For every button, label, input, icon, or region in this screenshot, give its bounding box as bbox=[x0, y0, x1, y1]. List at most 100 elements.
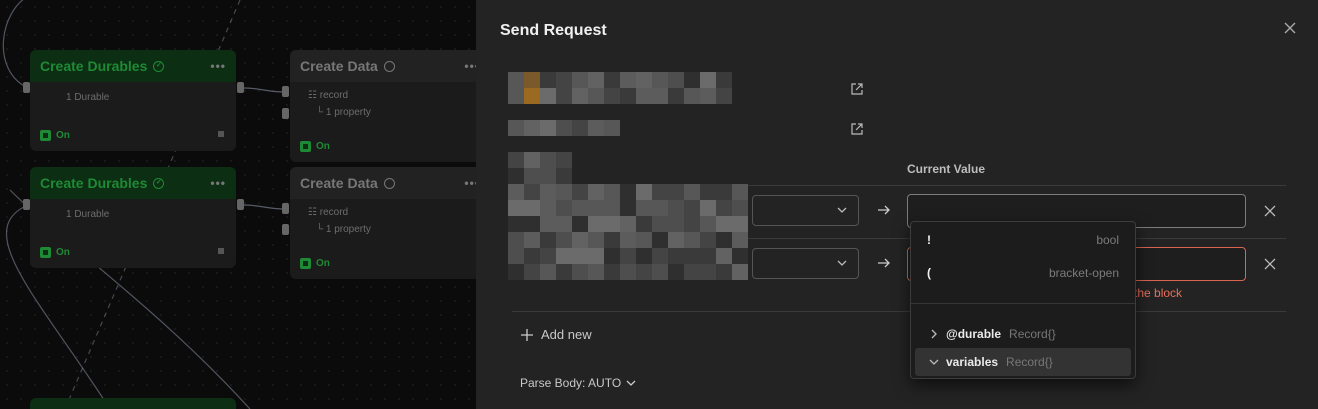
redaction-tile bbox=[572, 184, 588, 200]
token-symbol: ! bbox=[927, 233, 931, 247]
redaction-tile bbox=[556, 232, 572, 248]
node-port[interactable] bbox=[23, 199, 30, 210]
redaction-tile bbox=[508, 184, 524, 200]
node-header: Create Durables ✓ ••• bbox=[30, 167, 236, 199]
tree-item-durable[interactable]: @durable Record{} bbox=[915, 320, 1131, 348]
workflow-canvas[interactable]: Create Durables ✓ ••• 1 Durable On Creat… bbox=[0, 0, 476, 409]
tree-item-variables[interactable]: variables Record{} bbox=[915, 348, 1131, 376]
redaction-tile bbox=[540, 88, 556, 104]
node-status[interactable]: On bbox=[300, 258, 330, 269]
redaction-tile bbox=[652, 184, 668, 200]
redaction-tile bbox=[588, 232, 604, 248]
more-icon[interactable]: ••• bbox=[464, 59, 476, 73]
redaction-tile bbox=[604, 120, 620, 136]
redaction-tile bbox=[684, 232, 700, 248]
node-port[interactable] bbox=[23, 82, 30, 93]
node-status[interactable]: On bbox=[40, 247, 70, 258]
redaction-tile bbox=[556, 168, 572, 184]
node-create-data-1[interactable]: Create Data ••• ☷ record └ 1 property On bbox=[290, 50, 476, 162]
node-status[interactable]: On bbox=[40, 130, 70, 141]
redaction-tile bbox=[540, 232, 556, 248]
node-status[interactable]: On bbox=[300, 141, 330, 152]
status-label: On bbox=[316, 141, 330, 152]
redaction-tile bbox=[652, 88, 668, 104]
chevron-down-icon bbox=[837, 207, 847, 213]
redaction-tile bbox=[540, 200, 556, 216]
redaction-tile bbox=[508, 168, 524, 184]
redaction-tile bbox=[508, 88, 524, 104]
tree-item-name: variables bbox=[946, 355, 999, 369]
status-label: On bbox=[56, 247, 70, 258]
node-create-durables-1[interactable]: Create Durables ✓ ••• 1 Durable On bbox=[30, 50, 236, 151]
remove-row-icon[interactable] bbox=[1263, 257, 1277, 271]
node-title: Create Durables bbox=[40, 58, 148, 74]
redaction-tile bbox=[588, 88, 604, 104]
node-detail: 1 Durable bbox=[66, 209, 110, 220]
redaction-tile bbox=[636, 184, 652, 200]
redaction-tile bbox=[572, 248, 588, 264]
redaction-tile bbox=[684, 88, 700, 104]
autocomplete-dropdown: ! bool ( bracket-open @durable Record{} … bbox=[910, 221, 1136, 379]
redaction-tile bbox=[524, 168, 540, 184]
stop-icon[interactable] bbox=[218, 248, 224, 254]
redaction-tile bbox=[524, 232, 540, 248]
tree-item-type: Record{} bbox=[1009, 327, 1056, 341]
external-link-icon[interactable] bbox=[850, 82, 864, 96]
token-option-bracket-open[interactable]: ( bracket-open bbox=[911, 259, 1135, 287]
node-detail: ☷ record bbox=[290, 90, 476, 101]
more-icon[interactable]: ••• bbox=[464, 176, 476, 190]
node-port[interactable] bbox=[282, 108, 289, 119]
redaction-tile bbox=[620, 216, 636, 232]
key-select[interactable] bbox=[752, 248, 859, 279]
node-port[interactable] bbox=[282, 86, 289, 97]
parse-body-select[interactable]: Parse Body: AUTO bbox=[520, 376, 636, 390]
redaction-tile bbox=[668, 248, 684, 264]
more-icon[interactable]: ••• bbox=[210, 59, 226, 73]
redaction-tile bbox=[700, 248, 716, 264]
redaction-tile bbox=[620, 200, 636, 216]
token-symbol: ( bbox=[927, 266, 931, 280]
key-select[interactable] bbox=[752, 195, 859, 226]
redaction-tile bbox=[508, 264, 524, 280]
add-new-button[interactable]: Add new bbox=[520, 327, 592, 342]
tree-branch-icon: └ bbox=[316, 224, 326, 235]
redaction-tile bbox=[716, 200, 732, 216]
token-option-bool[interactable]: ! bool bbox=[911, 226, 1135, 254]
redaction-tile bbox=[508, 232, 524, 248]
node-port[interactable] bbox=[237, 199, 244, 210]
redacted-key bbox=[508, 184, 752, 232]
redaction-tile bbox=[620, 88, 636, 104]
redaction-tile bbox=[540, 168, 556, 184]
current-value-header: Current Value bbox=[907, 162, 986, 176]
node-create-data-2[interactable]: Create Data ••• ☷ record └ 1 property On bbox=[290, 167, 476, 279]
node-partial[interactable] bbox=[30, 398, 236, 409]
node-header: Create Data ••• bbox=[290, 50, 476, 82]
tree-item-type: Record{} bbox=[1006, 355, 1053, 369]
redaction-tile bbox=[652, 248, 668, 264]
node-port[interactable] bbox=[237, 82, 244, 93]
redaction-tile bbox=[684, 72, 700, 88]
toggle-icon bbox=[40, 130, 51, 141]
redaction-tile bbox=[524, 88, 540, 104]
remove-row-icon[interactable] bbox=[1263, 204, 1277, 218]
toggle-icon bbox=[300, 141, 311, 152]
check-circle-icon: ✓ bbox=[153, 60, 165, 72]
toggle-icon bbox=[300, 258, 311, 269]
node-port[interactable] bbox=[282, 224, 289, 235]
node-title: Create Data bbox=[300, 175, 378, 191]
more-icon[interactable]: ••• bbox=[210, 176, 226, 190]
node-port[interactable] bbox=[282, 203, 289, 214]
node-header: Create Data ••• bbox=[290, 167, 476, 199]
node-create-durables-2[interactable]: Create Durables ✓ ••• 1 Durable On bbox=[30, 167, 236, 268]
redaction-tile bbox=[604, 184, 620, 200]
stop-icon[interactable] bbox=[218, 131, 224, 137]
external-link-icon[interactable] bbox=[850, 122, 864, 136]
redaction-tile bbox=[508, 152, 524, 168]
redaction-tile bbox=[620, 72, 636, 88]
tree-branch-icon: └ bbox=[316, 107, 326, 118]
arrow-right-icon bbox=[878, 258, 890, 268]
plus-icon bbox=[521, 328, 533, 341]
redaction-tile bbox=[684, 216, 700, 232]
close-icon[interactable] bbox=[1282, 20, 1298, 36]
redaction-tile bbox=[620, 264, 636, 280]
